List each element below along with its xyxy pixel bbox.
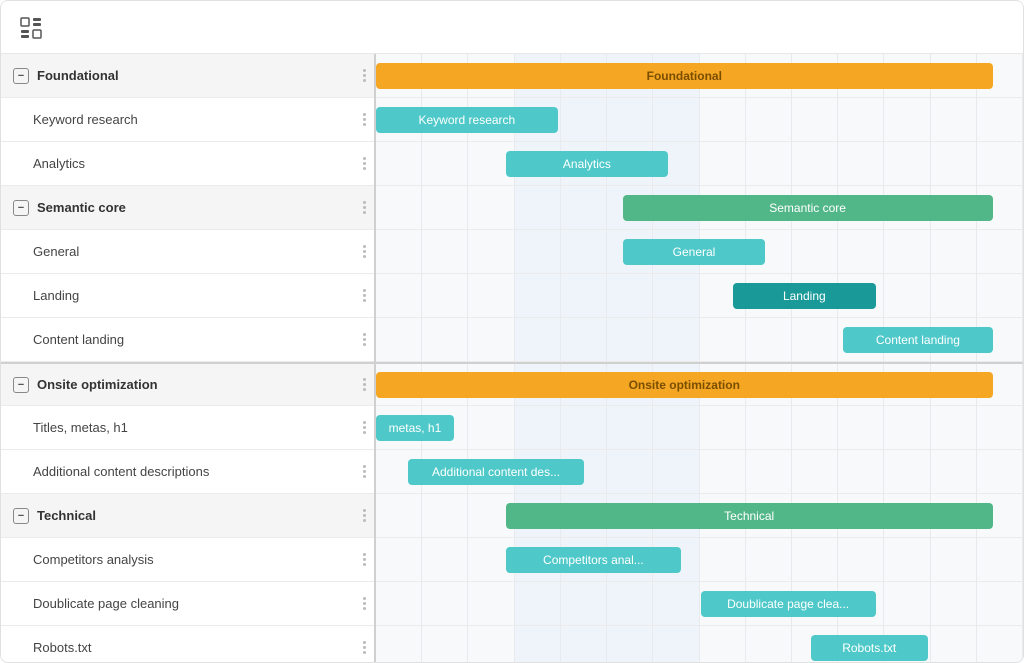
drag-handle-onsite-opt[interactable] (354, 378, 374, 391)
row-label-keyword-research: Keyword research (33, 112, 354, 127)
bar-analytics[interactable]: Analytics (506, 151, 668, 177)
left-row-doublicate: Doublicate page cleaning (1, 582, 374, 626)
bar-doublicate[interactable]: Doublicate page clea... (701, 591, 876, 617)
bar-row-landing: Landing (376, 274, 1023, 318)
bar-additional-content[interactable]: Additional content des... (408, 459, 583, 485)
drag-handle-additional-content[interactable] (354, 465, 374, 478)
left-row-titles-metas: Titles, metas, h1 (1, 406, 374, 450)
bar-robots[interactable]: Robots.txt (811, 635, 928, 661)
left-row-additional-content: Additional content descriptions (1, 450, 374, 494)
left-row-keyword-research: Keyword research (1, 98, 374, 142)
drag-handle-robots[interactable] (354, 641, 374, 654)
drag-handle-content-landing[interactable] (354, 333, 374, 346)
row-label-analytics: Analytics (33, 156, 354, 171)
bar-row-robots: Robots.txt (376, 626, 1023, 663)
drag-handle-doublicate[interactable] (354, 597, 374, 610)
gantt-container: −FoundationalKeyword researchAnalytics−S… (1, 54, 1023, 663)
left-row-general: General (1, 230, 374, 274)
row-label-content-landing: Content landing (33, 332, 354, 347)
left-row-robots: Robots.txt (1, 626, 374, 663)
row-label-additional-content: Additional content descriptions (33, 464, 354, 479)
left-row-landing: Landing (1, 274, 374, 318)
row-label-technical: Technical (37, 508, 354, 523)
row-label-general: General (33, 244, 354, 259)
bar-titles-metas[interactable]: metas, h1 (376, 415, 454, 441)
drag-handle-technical[interactable] (354, 509, 374, 522)
drag-handle-competitors[interactable] (354, 553, 374, 566)
row-label-competitors: Competitors analysis (33, 552, 354, 567)
drag-handle-landing[interactable] (354, 289, 374, 302)
bar-landing[interactable]: Landing (733, 283, 876, 309)
bar-technical[interactable]: Technical (506, 503, 993, 529)
left-panel: −FoundationalKeyword researchAnalytics−S… (1, 54, 376, 663)
bar-row-additional-content: Additional content des... (376, 450, 1023, 494)
bar-row-analytics: Analytics (376, 142, 1023, 186)
left-row-semantic-core: −Semantic core (1, 186, 374, 230)
bar-semantic-core[interactable]: Semantic core (623, 195, 993, 221)
right-panel: Foundational Keyword research Analytics Sem… (376, 54, 1023, 663)
bar-general[interactable]: General (623, 239, 766, 265)
drag-handle-analytics[interactable] (354, 157, 374, 170)
left-row-analytics: Analytics (1, 142, 374, 186)
bar-row-general: General (376, 230, 1023, 274)
bar-row-technical: Technical (376, 494, 1023, 538)
collapse-btn-foundational[interactable]: − (13, 68, 29, 84)
bar-row-onsite-opt: Onsite optimization (376, 362, 1023, 406)
left-row-foundational: −Foundational (1, 54, 374, 98)
left-row-content-landing: Content landing (1, 318, 374, 362)
left-row-technical: −Technical (1, 494, 374, 538)
bar-row-doublicate: Doublicate page clea... (376, 582, 1023, 626)
bar-row-foundational: Foundational (376, 54, 1023, 98)
app-icon (17, 13, 45, 41)
bar-content-landing[interactable]: Content landing (843, 327, 992, 353)
row-label-titles-metas: Titles, metas, h1 (33, 420, 354, 435)
row-label-robots: Robots.txt (33, 640, 354, 655)
grid-area: Foundational Keyword research Analytics Sem… (376, 54, 1023, 663)
collapse-btn-onsite-opt[interactable]: − (13, 377, 29, 393)
row-label-semantic-core: Semantic core (37, 200, 354, 215)
app-container: −FoundationalKeyword researchAnalytics−S… (0, 0, 1024, 663)
left-row-competitors: Competitors analysis (1, 538, 374, 582)
collapse-btn-technical[interactable]: − (13, 508, 29, 524)
left-row-onsite-opt: −Onsite optimization (1, 362, 374, 406)
drag-handle-foundational[interactable] (354, 69, 374, 82)
bar-foundational[interactable]: Foundational (376, 63, 993, 89)
header (1, 1, 1023, 54)
row-label-foundational: Foundational (37, 68, 354, 83)
row-label-onsite-opt: Onsite optimization (37, 377, 354, 392)
drag-handle-titles-metas[interactable] (354, 421, 374, 434)
bar-competitors[interactable]: Competitors anal... (506, 547, 681, 573)
row-label-doublicate: Doublicate page cleaning (33, 596, 354, 611)
bar-onsite-opt[interactable]: Onsite optimization (376, 372, 993, 398)
bar-row-competitors: Competitors anal... (376, 538, 1023, 582)
bar-row-content-landing: Content landing (376, 318, 1023, 362)
row-label-landing: Landing (33, 288, 354, 303)
bars-area: Foundational Keyword research Analytics Sem… (376, 54, 1023, 663)
drag-handle-keyword-research[interactable] (354, 113, 374, 126)
drag-handle-semantic-core[interactable] (354, 201, 374, 214)
bar-row-titles-metas: metas, h1 (376, 406, 1023, 450)
bar-keyword-research[interactable]: Keyword research (376, 107, 558, 133)
collapse-btn-semantic-core[interactable]: − (13, 200, 29, 216)
bar-row-keyword-research: Keyword research (376, 98, 1023, 142)
drag-handle-general[interactable] (354, 245, 374, 258)
bar-row-semantic-core: Semantic core (376, 186, 1023, 230)
